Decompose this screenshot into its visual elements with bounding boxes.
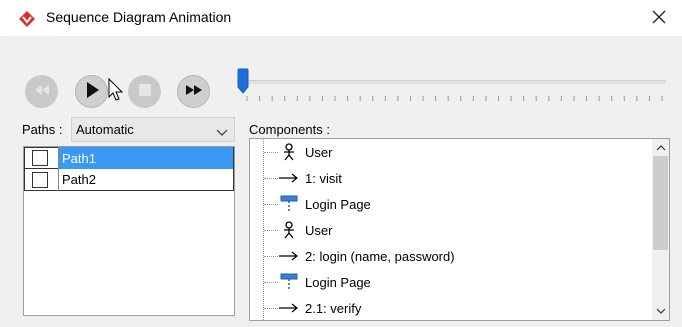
- stop-button[interactable]: [128, 75, 161, 108]
- close-button[interactable]: [636, 0, 682, 36]
- tree-connector: [264, 203, 278, 205]
- tree-item-label: 2: login (name, password): [305, 248, 455, 264]
- tree-item-actor[interactable]: User: [250, 139, 332, 165]
- tree-item-message[interactable]: 2.1: verify: [250, 295, 362, 320]
- tree-item-message[interactable]: 1: visit: [250, 165, 342, 191]
- slider-thumb[interactable]: [237, 68, 249, 97]
- message-arrow-icon: [279, 299, 299, 317]
- tree-connector: [264, 151, 278, 153]
- components-label: Components :: [249, 122, 330, 137]
- play-button[interactable]: [75, 75, 108, 108]
- tree-connector: [264, 281, 278, 283]
- tree-item-label: Login Page: [305, 196, 371, 212]
- tree-item-label: 2.1: verify: [305, 300, 362, 316]
- play-icon: [84, 81, 100, 102]
- tree-connector: [264, 255, 278, 257]
- scroll-thumb[interactable]: [653, 156, 668, 250]
- timeline-slider[interactable]: [237, 64, 667, 108]
- tree-item-actor[interactable]: User: [250, 217, 332, 243]
- message-arrow-icon: [279, 247, 299, 265]
- lifeline-icon: [279, 273, 299, 291]
- visual-paradigm-logo-icon: [17, 9, 37, 29]
- path-label: Path1: [58, 147, 233, 169]
- paths-list: Path1 Path2: [23, 146, 235, 316]
- rewind-icon: [34, 84, 50, 99]
- tree-item-label: User: [305, 144, 333, 160]
- chevron-down-icon: [216, 125, 228, 140]
- tree-connector: [264, 229, 278, 231]
- tree-connector: [264, 307, 278, 309]
- close-icon: [652, 10, 666, 27]
- tree-item-label: 1: visit: [305, 170, 342, 186]
- path-label: Path2: [58, 168, 233, 191]
- path-checkbox[interactable]: [32, 150, 48, 166]
- components-tree: User 1: visit Login Page User 2: login (…: [249, 138, 670, 321]
- path-row[interactable]: Path1: [24, 147, 234, 169]
- paths-dropdown-value: Automatic: [76, 122, 134, 137]
- tree-connector: [264, 177, 278, 179]
- lifeline-icon: [279, 195, 299, 213]
- paths-label: Paths :: [22, 122, 63, 137]
- tree-item-message[interactable]: 2: login (name, password): [250, 243, 455, 269]
- scroll-down-icon[interactable]: [652, 303, 669, 320]
- fast-forward-icon: [185, 84, 203, 99]
- tree-item-label: Login Page: [305, 274, 371, 290]
- paths-dropdown[interactable]: Automatic: [71, 117, 235, 142]
- path-checkbox[interactable]: [32, 171, 48, 188]
- title-bar: Sequence Diagram Animation: [0, 0, 682, 36]
- slider-ticks: [246, 96, 663, 101]
- sequence-diagram-animation-dialog: Sequence Diagram Animation Paths: Autom…: [0, 0, 682, 327]
- tree-item-label: User: [305, 222, 333, 238]
- window-title: Sequence Diagram Animation: [46, 9, 232, 25]
- mouse-cursor-icon: [108, 77, 124, 105]
- path-row[interactable]: Path2: [24, 168, 234, 191]
- message-arrow-icon: [279, 169, 299, 187]
- scroll-up-icon[interactable]: [652, 139, 669, 156]
- tree-item-lifeline[interactable]: Login Page: [250, 269, 371, 295]
- actor-icon: [279, 143, 299, 161]
- vertical-scrollbar[interactable]: [652, 139, 669, 320]
- rewind-button[interactable]: [25, 75, 58, 108]
- stop-icon: [138, 83, 152, 100]
- fast-forward-button[interactable]: [177, 75, 210, 108]
- actor-icon: [279, 221, 299, 239]
- tree-item-lifeline[interactable]: Login Page: [250, 191, 371, 217]
